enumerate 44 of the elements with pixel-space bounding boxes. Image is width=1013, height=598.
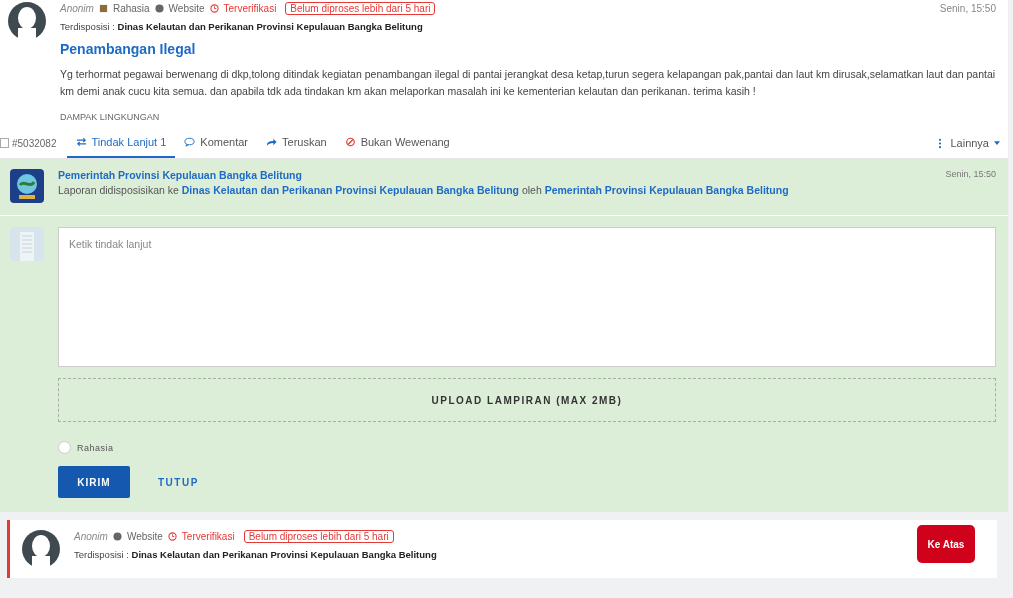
clock-icon xyxy=(209,4,219,13)
source-label: Website xyxy=(168,3,205,14)
category-label: DAMPAK LINGKUNGAN xyxy=(60,112,161,122)
verified-status: Terverifikasi xyxy=(223,3,277,14)
caret-icon xyxy=(994,141,1000,145)
agency-name[interactable]: Pemerintah Provinsi Kepulauan Bangka Belitung xyxy=(58,169,932,181)
speech-bubble-icon xyxy=(184,137,196,147)
more-menu[interactable]: Lainnya xyxy=(930,128,1008,158)
secret-radio[interactable] xyxy=(58,441,71,454)
ban-icon xyxy=(344,137,356,147)
author-name: Anonim xyxy=(60,3,94,14)
report-title[interactable]: Penambangan Ilegal xyxy=(60,41,996,57)
overdue-badge: Belum diproses lebih dari 5 hari xyxy=(243,530,394,543)
building-icon xyxy=(10,227,44,261)
avatar-icon xyxy=(22,530,60,568)
emblem-icon xyxy=(10,169,44,203)
privacy-label: Rahasia xyxy=(112,3,150,14)
clock-icon xyxy=(167,532,177,541)
agency-link[interactable]: Dinas Kelautan dan Perikanan Provinsi Kepulauan Bangka Belitung xyxy=(181,184,519,196)
share-arrow-icon xyxy=(266,137,277,147)
report-time: Senin, 15:50 xyxy=(939,3,996,14)
upload-button[interactable]: UPLOAD LAMPIRAN (MAX 2MB) xyxy=(58,378,996,422)
source-label: Website xyxy=(126,531,163,542)
disposition-text: Terdisposisi : Dinas Kelautan dan Perikanan Provinsi Kepulauan Bangka Belitung xyxy=(74,549,438,560)
select-checkbox[interactable] xyxy=(0,138,9,148)
tab[interactable]: Bukan Wewenang xyxy=(335,128,459,158)
overdue-badge: Belum diproses lebih dari 5 hari xyxy=(285,2,436,15)
report-id: #5032082 xyxy=(12,137,57,149)
secret-label: Rahasia xyxy=(77,442,114,453)
tab[interactable]: Teruskan xyxy=(257,128,336,158)
swap-arrows-icon xyxy=(75,137,87,147)
disposition-text: Terdisposisi : Dinas Kelautan dan Perikanan Provinsi Kepulauan Bangka Belitung xyxy=(60,21,424,32)
agency-link[interactable]: Pemerintah Provinsi Kepulauan Bangka Belitung xyxy=(544,184,789,196)
disposition-message: Laporan didisposisikan ke Dinas Kelautan dan Perikanan Provinsi Kepulauan Bangka Belitung oleh Pemerintah Provinsi Kepulauan Bangka Belitung xyxy=(58,184,790,196)
report-body: Yg terhormat pegawai berwenang di dkp,tolong ditindak kegiatan penambangan ilegal di pantai jerangkat desa ketap,turun segera kelapangan pak,pantai dan laut km dirusak,selamatkan laut dan pantai km demi anak cucu kita semua. dan apabila tdk ada tindakan km akan melaporkan masalah ini ke kementerian kelautan dan perikanan. terima kasih ! xyxy=(60,67,996,99)
kebab-icon xyxy=(938,137,943,149)
followup-time: Senin, 15:50 xyxy=(945,169,996,181)
scroll-top-button[interactable]: Ke Atas xyxy=(917,525,975,563)
send-button[interactable]: KIRIM xyxy=(58,466,130,498)
tab[interactable]: Komentar xyxy=(175,128,257,158)
author-name: Anonim xyxy=(74,531,108,542)
verified-status: Terverifikasi xyxy=(181,531,235,542)
close-button[interactable]: TUTUP xyxy=(152,475,205,489)
followup-input[interactable]: Ketik tindak lanjut xyxy=(58,227,996,367)
